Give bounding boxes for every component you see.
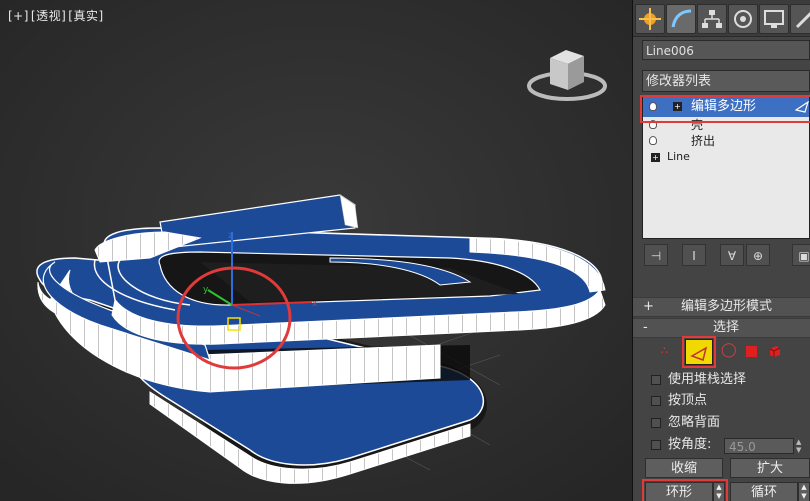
- by-angle-label: 按角度:: [668, 437, 712, 452]
- object-name-field[interactable]: Line006: [642, 40, 810, 60]
- stack-highlight-box: [640, 95, 810, 123]
- by-vertex-row[interactable]: 按顶点: [651, 392, 707, 410]
- expand-plus-icon[interactable]: +: [651, 153, 660, 162]
- svg-text:y: y: [203, 285, 209, 295]
- ignore-backfacing-checkbox[interactable]: [651, 417, 661, 428]
- selection-rollout[interactable]: - 选择: [633, 318, 810, 338]
- use-stack-selection-checkbox[interactable]: [651, 374, 661, 385]
- stack-item-label: Line: [667, 150, 690, 163]
- vertex-subobj-icon[interactable]: ∴: [661, 344, 668, 357]
- motion-tab[interactable]: [728, 4, 758, 34]
- viewport-shading-label[interactable]: [真实]: [68, 9, 103, 23]
- command-panel: Line006 修改器列表 + 编辑多边形 壳 挤出 + Line ⊣ Ⅰ ∀ …: [633, 0, 810, 501]
- hierarchy-icon: [702, 10, 722, 28]
- utilities-icon: [795, 11, 810, 29]
- utilities-tab[interactable]: [790, 4, 810, 34]
- shrink-button[interactable]: 收缩: [645, 458, 723, 478]
- lightbulb-icon[interactable]: [649, 136, 657, 145]
- remove-modifier-icon[interactable]: ⊕: [746, 244, 770, 266]
- modify-icon: [671, 9, 692, 28]
- loop-button[interactable]: 循环: [730, 482, 798, 501]
- use-stack-selection-row[interactable]: 使用堆栈选择: [651, 371, 746, 389]
- by-angle-row[interactable]: 按角度:: [651, 436, 711, 454]
- ignore-backfacing-label: 忽略背面: [668, 415, 721, 430]
- pin-stack-icon[interactable]: ⊣: [644, 244, 668, 266]
- create-icon: [639, 8, 661, 30]
- configure-sets-icon[interactable]: ▣: [792, 244, 810, 266]
- rollout-title: 选择: [713, 320, 740, 335]
- modify-tab[interactable]: [666, 4, 696, 34]
- by-vertex-checkbox[interactable]: [651, 395, 661, 406]
- command-panel-tabs: [633, 0, 810, 37]
- border-subobj-icon[interactable]: ◯: [721, 342, 737, 358]
- stack-item-extrude[interactable]: 挤出: [643, 133, 809, 149]
- stack-item-label: 挤出: [691, 134, 716, 148]
- viewport-menu-plus[interactable]: [+]: [8, 9, 29, 23]
- angle-spinner-arrows-icon[interactable]: ▲ ▼: [796, 438, 806, 454]
- make-unique-icon[interactable]: ∀: [720, 244, 744, 266]
- element-subobj-icon[interactable]: [768, 344, 782, 361]
- display-tab[interactable]: [759, 4, 789, 34]
- grow-button[interactable]: 扩大: [730, 458, 810, 478]
- angle-spinner-field[interactable]: 45.0: [724, 438, 794, 454]
- loop-spinner-icon[interactable]: ▲ ▼: [798, 482, 810, 501]
- motion-icon: [734, 10, 752, 28]
- viewport-label[interactable]: [+] [透视] [真实]: [8, 7, 106, 24]
- use-stack-selection-label: 使用堆栈选择: [668, 372, 747, 387]
- by-angle-checkbox[interactable]: [651, 439, 661, 450]
- rollout-collapse-sign: -: [643, 320, 648, 335]
- ring-highlight-box: [642, 479, 728, 501]
- polygon-subobj-icon[interactable]: [746, 346, 757, 357]
- rollout-expand-sign: +: [643, 299, 654, 314]
- stack-item-line[interactable]: + Line: [643, 149, 809, 165]
- rollout-title: 编辑多边形模式: [681, 299, 773, 314]
- display-icon: [764, 10, 784, 28]
- by-vertex-label: 按顶点: [668, 393, 708, 408]
- svg-text:z: z: [228, 231, 233, 241]
- create-tab[interactable]: [635, 4, 665, 34]
- viewport-view-label[interactable]: [透视]: [31, 9, 66, 23]
- scene-render[interactable]: z x y: [0, 0, 632, 501]
- svg-text:x: x: [312, 299, 318, 309]
- stack-tools: ⊣ Ⅰ ∀ ⊕ ▣: [642, 244, 810, 268]
- perspective-viewport[interactable]: z x y [+] [透视] [真实]: [0, 0, 633, 501]
- edge-highlight-box: [682, 336, 716, 368]
- show-end-result-icon[interactable]: Ⅰ: [682, 244, 706, 266]
- edit-poly-mode-rollout[interactable]: + 编辑多边形模式: [633, 297, 810, 317]
- ignore-backfacing-row[interactable]: 忽略背面: [651, 414, 720, 432]
- hierarchy-tab[interactable]: [697, 4, 727, 34]
- modifier-list-dropdown[interactable]: 修改器列表: [642, 70, 810, 92]
